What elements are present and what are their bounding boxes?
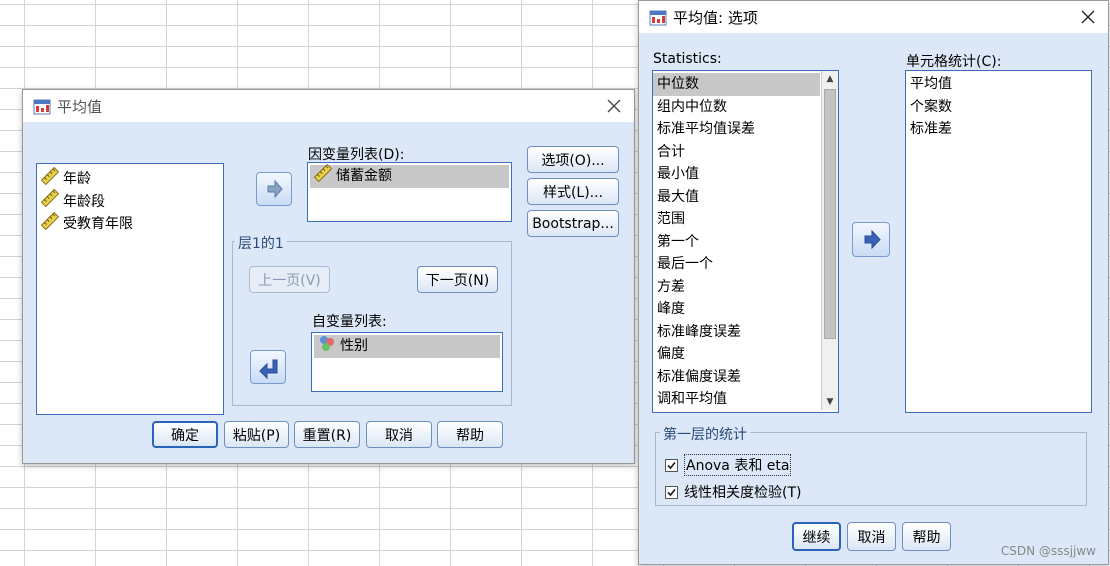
back-arrow-icon: [259, 359, 278, 380]
options-button[interactable]: 选项(O)...: [527, 146, 619, 173]
list-item[interactable]: 组内中位数: [653, 96, 820, 119]
title-bar: 平均值: 选项: [639, 1, 1108, 33]
list-item[interactable]: 标准偏度误差: [653, 366, 820, 389]
linearity-checkbox[interactable]: 线性相关度检验(T): [665, 482, 801, 502]
cell-statistics-list[interactable]: 平均值 个案数 标准差: [905, 70, 1092, 413]
scroll-thumb[interactable]: [824, 89, 836, 339]
independent-list-label: 自变量列表:: [312, 314, 387, 330]
independent-list[interactable]: 性别: [311, 332, 503, 392]
checkbox[interactable]: [665, 458, 678, 472]
list-item[interactable]: 合计: [653, 141, 820, 164]
list-item[interactable]: 最小值: [653, 163, 820, 186]
scroll-down-icon[interactable]: ▼: [822, 394, 838, 410]
close-icon[interactable]: [1078, 7, 1098, 27]
anova-checkbox[interactable]: Anova 表和 eta: [665, 454, 792, 476]
statistics-label: Statistics:: [653, 51, 722, 67]
close-icon[interactable]: [604, 96, 624, 116]
nominal-variable-icon: [318, 334, 336, 359]
ok-button[interactable]: 确定: [152, 421, 218, 448]
cancel-button[interactable]: 取消: [366, 421, 432, 448]
help-button[interactable]: 帮助: [902, 522, 951, 551]
dependent-list-label: 因变量列表(D):: [308, 147, 405, 163]
dialog-title: 平均值: 选项: [673, 8, 758, 27]
title-bar: 平均值: [23, 90, 634, 122]
help-button[interactable]: 帮助: [437, 421, 503, 448]
dialog-title: 平均值: [57, 97, 103, 116]
ruler-icon: [40, 166, 60, 192]
list-item[interactable]: 标准峰度误差: [653, 321, 820, 344]
statistics-items: 中位数 组内中位数 标准平均值误差 合计 最小值 最大值 范围 第一个 最后一个 方差 峰度 标准峰度…: [653, 73, 838, 411]
reset-button[interactable]: 重置(R): [294, 421, 360, 448]
first-layer-statistics-title: 第一层的统计: [660, 424, 750, 444]
list-item[interactable]: 最大值: [653, 186, 820, 209]
right-arrow-icon: [864, 229, 881, 250]
list-item[interactable]: 标准差: [906, 118, 1091, 141]
layer-title: 层1的1: [235, 233, 287, 253]
list-item[interactable]: 范围: [653, 208, 820, 231]
ruler-icon: [313, 163, 333, 189]
list-item[interactable]: 偏度: [653, 343, 820, 366]
bootstrap-button[interactable]: Bootstrap...: [527, 210, 619, 237]
cell-statistics-label: 单元格统计(C):: [906, 54, 1002, 70]
check-icon: [667, 461, 676, 469]
checkbox[interactable]: [665, 485, 678, 499]
list-item[interactable]: 年龄: [37, 166, 223, 192]
paste-button[interactable]: 粘贴(P): [224, 421, 289, 448]
list-item[interactable]: 标准平均值误差: [653, 118, 820, 141]
statistics-list[interactable]: 中位数 组内中位数 标准平均值误差 合计 最小值 最大值 范围 第一个 最后一个 方差 峰度 标准峰度…: [652, 70, 839, 413]
style-button[interactable]: 样式(L)...: [527, 178, 619, 205]
list-item[interactable]: 年龄段: [37, 189, 223, 214]
list-item[interactable]: 受教育年限: [37, 211, 223, 237]
move-statistic-button[interactable]: [852, 222, 890, 257]
ruler-icon: [40, 189, 60, 214]
next-layer-button[interactable]: 下一页(N): [417, 266, 498, 293]
source-variable-list[interactable]: 年龄 年龄段 受教育年限: [36, 163, 224, 415]
list-item[interactable]: 性别: [314, 335, 500, 358]
list-item[interactable]: 储蓄金额: [310, 163, 509, 189]
list-item[interactable]: 峰度: [653, 298, 820, 321]
right-arrow-icon: [267, 179, 283, 199]
previous-layer-button[interactable]: 上一页(V): [249, 266, 330, 293]
means-options-dialog: 平均值: 选项 Statistics: 中位数 组内中位数 标准平均值误差 合计 最小值…: [638, 0, 1109, 565]
list-item[interactable]: 调和平均值: [653, 388, 820, 411]
list-item[interactable]: 第一个: [653, 231, 820, 254]
anova-label: Anova 表和 eta: [684, 454, 792, 476]
list-item[interactable]: 方差: [653, 276, 820, 299]
continue-button[interactable]: 继续: [792, 522, 841, 551]
means-dialog: 平均值 年龄 年龄段 受教育年限 因变量列表(D): 储蓄金额 选项(O)...…: [22, 89, 635, 464]
ruler-icon: [40, 211, 60, 237]
move-to-independent-button[interactable]: [250, 350, 286, 384]
list-item[interactable]: 个案数: [906, 96, 1091, 119]
scroll-up-icon[interactable]: ▲: [822, 71, 838, 87]
cancel-button[interactable]: 取消: [847, 522, 896, 551]
linearity-label: 线性相关度检验(T): [684, 485, 802, 501]
spss-app-icon: [33, 97, 51, 115]
list-item[interactable]: 最后一个: [653, 253, 820, 276]
watermark: CSDN @sssjjww: [1000, 544, 1096, 558]
statistics-scrollbar[interactable]: ▲ ▼: [821, 71, 838, 410]
list-item[interactable]: 平均值: [906, 73, 1091, 96]
dependent-list[interactable]: 储蓄金额: [307, 162, 512, 222]
spss-app-icon: [649, 8, 667, 26]
check-icon: [667, 488, 676, 496]
move-to-dependent-button[interactable]: [256, 172, 292, 206]
list-item[interactable]: 中位数: [653, 73, 820, 96]
